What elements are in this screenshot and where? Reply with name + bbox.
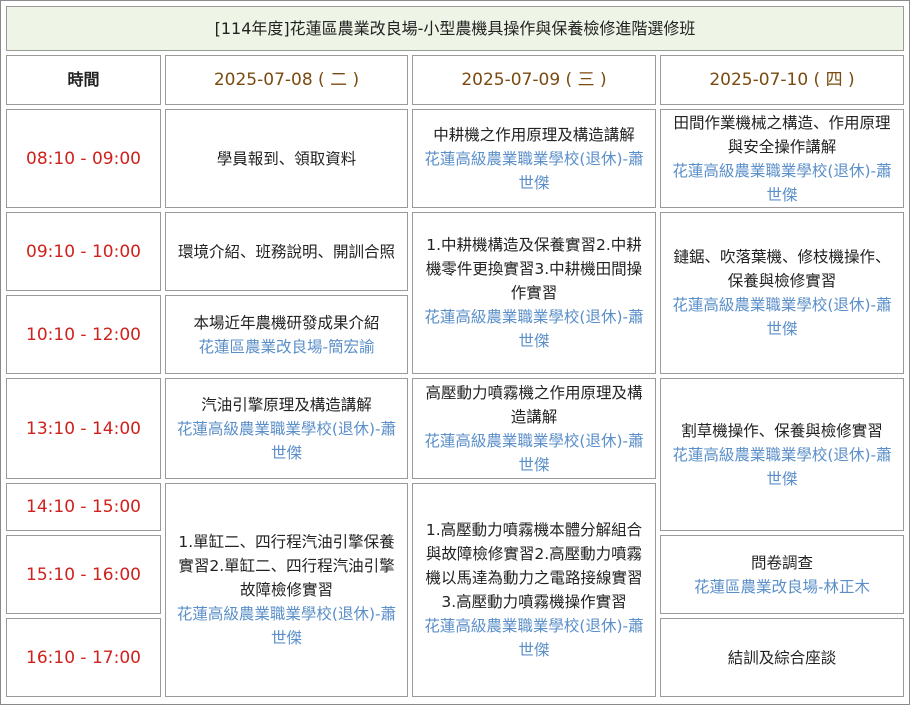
header-day-2: 2025-07-09 ( 三 ) (412, 55, 656, 105)
time-slot-3: 10:10 - 12:00 (6, 295, 161, 374)
day3-session-4: 問卷調查 花蓮區農業改良場-林正木 (660, 535, 904, 614)
time-slot-3-label: 10:10 - 12:00 (26, 324, 141, 345)
session-instructor: 花蓮高級農業職業學校(退休)-蕭世傑 (424, 308, 644, 350)
session-topic: 鏈鋸、吹落葉機、修枝機操作、保養與檢修實習 (673, 248, 891, 290)
session-topic: 問卷調查 (750, 553, 813, 572)
table-title: [114年度]花蓮區農業改良場-小型農機具操作與保養檢修進階選修班 (6, 6, 904, 51)
session-instructor: 花蓮高級農業職業學校(退休)-蕭世傑 (424, 149, 644, 192)
session-instructor: 花蓮高級農業職業學校(退休)-蕭世傑 (424, 431, 644, 474)
day3-session-1: 田間作業機械之構造、作用原理與安全操作講解 花蓮高級農業職業學校(退休)-蕭世傑 (660, 109, 904, 208)
time-slot-4: 13:10 - 14:00 (6, 378, 161, 479)
session-instructor: 花蓮高級農業職業學校(退休)-蕭世傑 (672, 296, 892, 338)
session-topic: 1.中耕機構造及保養實習2.中耕機零件更換實習3.中耕機田間操作實習 (425, 236, 643, 302)
day3-session-5: 結訓及綜合座談 (660, 618, 904, 697)
session-instructor: 花蓮高級農業職業學校(退休)-蕭世傑 (176, 605, 397, 647)
day2-session-1: 中耕機之作用原理及構造講解 花蓮高級農業職業學校(退休)-蕭世傑 (412, 109, 656, 208)
time-slot-1-label: 08:10 - 09:00 (26, 148, 141, 169)
session-topic: 1.高壓動力噴霧機本體分解組合與故障檢修實習2.高壓動力噴霧機以馬達為動力之電路… (425, 521, 643, 611)
session-topic: 割草機操作、保養與檢修實習 (681, 421, 883, 440)
header-time: 時間 (6, 55, 161, 105)
session-instructor: 花蓮區農業改良場-林正木 (693, 577, 871, 596)
time-slot-7: 16:10 - 17:00 (6, 618, 161, 697)
time-slot-5: 14:10 - 15:00 (6, 483, 161, 531)
session-topic: 中耕機之作用原理及構造講解 (433, 125, 635, 144)
session-instructor: 花蓮區農業改良場-簡宏諭 (198, 337, 375, 356)
session-instructor: 花蓮高級農業職業學校(退休)-蕭世傑 (672, 445, 892, 488)
header-day-3: 2025-07-10 ( 四 ) (660, 55, 904, 105)
header-day-3-label: 2025-07-10 ( 四 ) (709, 70, 855, 90)
day2-session-4: 1.高壓動力噴霧機本體分解組合與故障檢修實習2.高壓動力噴霧機以馬達為動力之電路… (412, 483, 656, 697)
session-topic: 高壓動力噴霧機之作用原理及構造講解 (425, 383, 643, 426)
session-instructor: 花蓮高級農業職業學校(退休)-蕭世傑 (176, 419, 397, 462)
header-day-1: 2025-07-08 ( 二 ) (165, 55, 408, 105)
session-topic: 1.單缸二、四行程汽油引擎保養實習2.單缸二、四行程汽油引擎故障檢修實習 (178, 533, 395, 599)
day3-session-2: 鏈鋸、吹落葉機、修枝機操作、保養與檢修實習 花蓮高級農業職業學校(退休)-蕭世傑 (660, 212, 904, 374)
table-title-text: [114年度]花蓮區農業改良場-小型農機具操作與保養檢修進階選修班 (214, 18, 696, 38)
day2-session-2: 1.中耕機構造及保養實習2.中耕機零件更換實習3.中耕機田間操作實習 花蓮高級農… (412, 212, 656, 374)
time-slot-6-label: 15:10 - 16:00 (26, 564, 141, 585)
header-day-2-label: 2025-07-09 ( 三 ) (461, 70, 607, 90)
session-topic: 本場近年農機研發成果介紹 (193, 313, 380, 332)
time-slot-7-label: 16:10 - 17:00 (26, 647, 141, 668)
time-slot-1: 08:10 - 09:00 (6, 109, 161, 208)
day1-session-4: 汽油引擎原理及構造講解 花蓮高級農業職業學校(退休)-蕭世傑 (165, 378, 408, 479)
schedule-table: [114年度]花蓮區農業改良場-小型農機具操作與保養檢修進階選修班 時間 202… (0, 0, 910, 705)
day1-session-2: 環境介紹、班務說明、開訓合照 (165, 212, 408, 291)
time-slot-5-label: 14:10 - 15:00 (26, 497, 141, 517)
session-topic: 汽油引擎原理及構造講解 (201, 395, 372, 414)
day3-session-3: 割草機操作、保養與檢修實習 花蓮高級農業職業學校(退休)-蕭世傑 (660, 378, 904, 531)
time-slot-2-label: 09:10 - 10:00 (26, 241, 141, 262)
time-slot-6: 15:10 - 16:00 (6, 535, 161, 614)
day1-session-1: 學員報到、領取資料 (165, 109, 408, 208)
session-topic: 環境介紹、班務說明、開訓合照 (177, 242, 395, 261)
session-topic: 學員報到、領取資料 (216, 149, 357, 168)
session-topic: 田間作業機械之構造、作用原理與安全操作講解 (673, 113, 891, 156)
header-time-label: 時間 (67, 70, 100, 89)
time-slot-2: 09:10 - 10:00 (6, 212, 161, 291)
day1-session-3: 本場近年農機研發成果介紹 花蓮區農業改良場-簡宏諭 (165, 295, 408, 374)
session-instructor: 花蓮高級農業職業學校(退休)-蕭世傑 (672, 161, 892, 204)
session-instructor: 花蓮高級農業職業學校(退休)-蕭世傑 (424, 617, 644, 659)
session-topic: 結訓及綜合座談 (727, 648, 837, 667)
day1-session-5: 1.單缸二、四行程汽油引擎保養實習2.單缸二、四行程汽油引擎故障檢修實習 花蓮高… (165, 483, 408, 697)
header-day-1-label: 2025-07-08 ( 二 ) (213, 70, 360, 90)
day2-session-3: 高壓動力噴霧機之作用原理及構造講解 花蓮高級農業職業學校(退休)-蕭世傑 (412, 378, 656, 479)
time-slot-4-label: 13:10 - 14:00 (26, 418, 141, 439)
